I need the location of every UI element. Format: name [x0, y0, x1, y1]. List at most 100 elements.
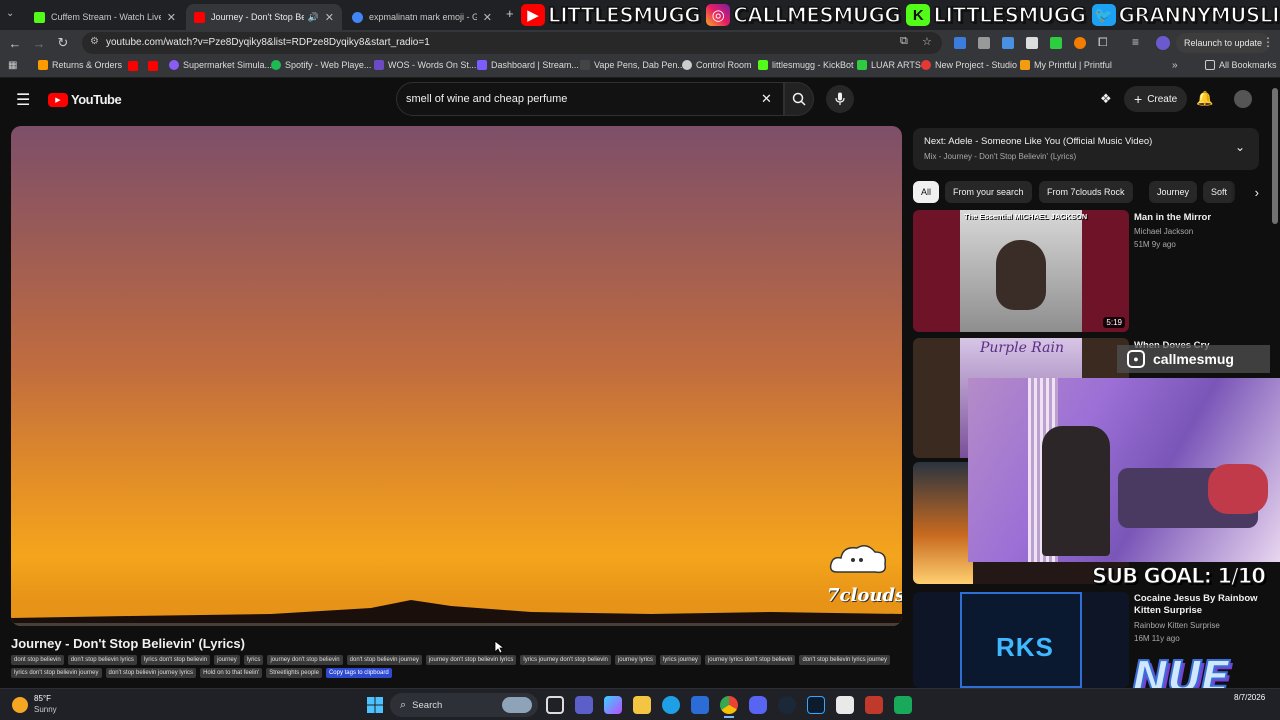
notepad-icon[interactable] — [836, 696, 854, 714]
extension-icon[interactable] — [954, 37, 966, 49]
bookmark-item[interactable]: Returns & Orders — [38, 60, 122, 70]
recommendation-title[interactable]: Man in the Mirror — [1134, 212, 1211, 223]
install-app-icon[interactable]: ⧉ — [900, 35, 908, 48]
account-avatar[interactable] — [1234, 90, 1252, 108]
more-bookmarks-chevron-icon[interactable]: » — [1172, 60, 1178, 71]
create-button[interactable]: + Create — [1124, 86, 1188, 112]
youtube-logo[interactable]: ▶ YouTube — [48, 92, 122, 107]
photoshop-icon[interactable] — [807, 696, 825, 714]
bookmark-item[interactable]: LUAR ARTS — [857, 60, 921, 70]
video-player[interactable]: 7clouds — [11, 126, 902, 626]
youtube-bookmark-icon[interactable] — [128, 61, 138, 71]
chip-journey[interactable]: Journey — [1149, 181, 1198, 203]
video-tag[interactable]: Hold on to that feelin' — [200, 668, 263, 678]
notifications-bell-icon[interactable]: 🔔 — [1196, 90, 1213, 107]
task-view-icon[interactable] — [546, 696, 564, 714]
search-button[interactable] — [784, 82, 814, 116]
video-tag[interactable]: lyrics don't stop believin journey — [11, 668, 102, 678]
relaunch-to-update-button[interactable]: Relaunch to update — [1176, 33, 1271, 53]
recommendation-channel[interactable]: Rainbow Kitten Surprise — [1134, 621, 1220, 630]
audio-playing-icon[interactable]: 🔊 — [308, 12, 319, 23]
copilot-icon[interactable] — [604, 696, 622, 714]
taskbar-search-box[interactable]: ⌕ Search — [390, 693, 538, 717]
extension-icon[interactable] — [978, 37, 990, 49]
edge-icon[interactable] — [662, 696, 680, 714]
apps-grid-icon[interactable]: ▦ — [8, 60, 17, 71]
extension-icon[interactable] — [1002, 37, 1014, 49]
address-bar[interactable]: ⚙ youtube.com/watch?v=Pze8Dyqiky8&list=R… — [82, 32, 942, 54]
extensions-puzzle-icon[interactable]: ⧠ — [1098, 35, 1108, 50]
video-tag[interactable]: don't stop believin lyrics — [67, 655, 137, 665]
video-progress-bar[interactable] — [11, 623, 902, 626]
app-icon[interactable] — [894, 696, 912, 714]
chevron-down-icon[interactable]: ⌄ — [1235, 140, 1245, 154]
extension-icon[interactable] — [1074, 37, 1086, 49]
recommendation-thumbnail[interactable]: RKS — [913, 592, 1129, 688]
chip-all[interactable]: All — [913, 181, 940, 203]
site-info-icon[interactable]: ⚙ — [90, 36, 99, 47]
tab-google-search[interactable]: expmalinatn mark emoji - Goog ✕ — [344, 4, 500, 30]
video-tag[interactable]: don't stop believin lyrics journey — [799, 655, 890, 665]
reload-icon[interactable]: ↻ — [54, 34, 72, 52]
bookmark-item[interactable]: New Project - Studio — [921, 60, 1017, 70]
close-icon[interactable]: ✕ — [483, 11, 492, 24]
all-bookmarks-button[interactable]: All Bookmarks — [1205, 60, 1277, 70]
teams-icon[interactable] — [575, 696, 593, 714]
forward-arrow-icon[interactable]: → — [30, 34, 48, 52]
chip-from-7clouds-rock[interactable]: From 7clouds Rock — [1039, 181, 1133, 203]
file-explorer-icon[interactable] — [633, 696, 651, 714]
video-tag[interactable]: journey don't stop believin lyrics — [425, 655, 517, 665]
video-tag[interactable]: lyrics — [243, 655, 264, 665]
bookmark-item[interactable]: Supermarket Simula... — [169, 60, 272, 70]
recommendation-title[interactable]: Cocaine Jesus By Rainbow Kitten Surprise — [1134, 593, 1264, 617]
clear-search-icon[interactable]: ✕ — [761, 91, 772, 107]
weather-temperature[interactable]: 85°F — [34, 694, 51, 703]
bookmark-item[interactable]: Spotify - Web Playe... — [271, 60, 371, 70]
bookmark-item[interactable]: Control Room — [682, 60, 752, 70]
chrome-icon[interactable] — [720, 696, 738, 714]
app-icon[interactable] — [865, 696, 883, 714]
video-tag[interactable]: dont stop believin — [11, 655, 64, 665]
extension-icon[interactable] — [1026, 37, 1038, 49]
steam-icon[interactable] — [778, 696, 796, 714]
hamburger-menu-icon[interactable]: ☰ — [16, 90, 30, 110]
new-tab-button[interactable]: + — [506, 6, 514, 21]
page-scrollbar[interactable] — [1272, 88, 1278, 224]
recommendation-thumbnail[interactable]: The Essential MICHAEL JACKSON 5:19 — [913, 210, 1129, 332]
voice-search-button[interactable] — [826, 85, 854, 113]
tab-journey-youtube[interactable]: Journey - Don't Stop Believi 🔊 ✕ — [186, 4, 342, 30]
copy-tags-button[interactable]: Copy tags to clipboard — [325, 668, 392, 678]
discord-icon[interactable] — [749, 696, 767, 714]
browser-menu-icon[interactable]: ⋮ — [1262, 35, 1274, 49]
bookmark-item[interactable]: littlesmugg - KickBot — [758, 60, 854, 70]
weather-description[interactable]: Sunny — [34, 705, 57, 714]
video-tag[interactable]: don't stop believin journey lyrics — [105, 668, 197, 678]
up-next-mix-panel[interactable]: Next: Adele - Someone Like You (Official… — [913, 128, 1259, 170]
chip-from-your-search[interactable]: From your search — [945, 181, 1032, 203]
weather-sun-icon[interactable] — [12, 697, 28, 713]
windows-start-icon[interactable] — [367, 697, 383, 718]
bookmark-item[interactable]: WOS - Words On St... — [374, 60, 476, 70]
bookmark-item[interactable]: My Printful | Printful — [1020, 60, 1112, 70]
video-tag[interactable]: Streetlights people — [266, 668, 322, 678]
recommendation-channel[interactable]: Michael Jackson — [1134, 227, 1193, 236]
video-tag[interactable]: lyrics journey — [659, 655, 701, 665]
back-arrow-icon[interactable]: ← — [6, 34, 24, 52]
extension-icon[interactable] — [1050, 37, 1062, 49]
video-tag[interactable]: journey don't stop believin — [267, 655, 343, 665]
tab-search-icon[interactable]: ⌄ — [6, 8, 20, 22]
media-controls-icon[interactable]: ≡ — [1132, 35, 1139, 49]
bookmark-item[interactable]: Vape Pens, Dab Pen... — [580, 60, 685, 70]
profile-avatar[interactable] — [1156, 36, 1170, 50]
video-tag[interactable]: journey — [214, 655, 240, 665]
video-tag[interactable]: lyrics don't stop believin — [140, 655, 211, 665]
video-tag[interactable]: lyrics journey don't stop believin — [520, 655, 611, 665]
bookmark-item[interactable]: Dashboard | Stream... — [477, 60, 579, 70]
tab-cuffem-stream[interactable]: Cuffem Stream - Watch Live on ✕ — [26, 4, 184, 30]
chips-next-arrow-icon[interactable]: › — [1231, 181, 1259, 203]
video-tag[interactable]: journey lyrics — [614, 655, 656, 665]
microsoft-store-icon[interactable] — [691, 696, 709, 714]
youtube-bookmark-icon[interactable] — [148, 61, 158, 71]
close-icon[interactable]: ✕ — [325, 11, 334, 24]
video-tag[interactable]: don't stop believin journey — [346, 655, 422, 665]
